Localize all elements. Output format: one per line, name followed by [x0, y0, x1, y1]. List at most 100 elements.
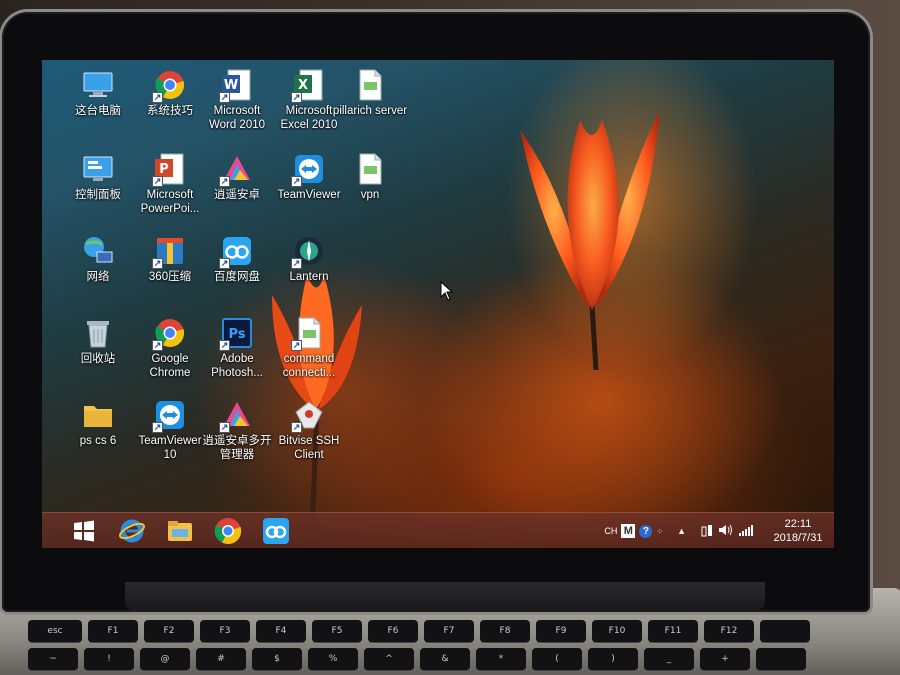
desktop-icon[interactable]: ↗ 360压缩	[132, 234, 208, 284]
chrome-icon: ↗	[152, 316, 187, 351]
desktop-icon-label: Adobe Photosh...	[211, 353, 263, 379]
desktop-icon-label: TeamViewer 10	[138, 435, 202, 461]
desktop-icon-label: ps cs 6	[79, 435, 117, 447]
keyboard-key: @	[140, 648, 190, 670]
shortcut-arrow-icon: ↗	[291, 176, 302, 187]
keyboard-key: ~	[28, 648, 78, 670]
desktop-icon-label: 网络	[86, 271, 110, 283]
svg-text:W: W	[224, 78, 238, 93]
desktop-icon[interactable]: ↗ 逍遥安卓多开管理器	[199, 398, 275, 462]
shortcut-arrow-icon: ↗	[219, 340, 230, 351]
tray-options-icon[interactable]: ⁘	[656, 527, 663, 536]
keyboard-key: F8	[480, 620, 530, 642]
this-pc-icon	[81, 68, 115, 102]
powerpoint-icon: P ↗	[152, 152, 187, 187]
shortcut-arrow-icon: ↗	[219, 258, 230, 269]
taskbar-baidu-cloud[interactable]	[254, 515, 298, 547]
shortcut-arrow-icon: ↗	[152, 92, 163, 103]
keyboard-key: #	[196, 648, 246, 670]
desktop-icon-label: vpn	[360, 189, 380, 201]
keyboard-key: F7	[424, 620, 474, 642]
keyboard-key: F1	[88, 620, 138, 642]
shortcut-arrow-icon: ↗	[219, 176, 230, 187]
shortcut-arrow-icon: ↗	[219, 92, 230, 103]
clock[interactable]: 22:11 2018/7/31	[762, 517, 834, 545]
teamviewer-icon: ↗	[152, 398, 187, 433]
desktop-icon[interactable]: P ↗ Microsoft PowerPoi...	[132, 152, 208, 216]
desktop-icon[interactable]: ↗ 百度网盘	[199, 234, 275, 284]
desktop-icon[interactable]: ↗ Google Chrome	[132, 316, 208, 380]
shortcut-arrow-icon: ↗	[291, 340, 302, 351]
lantern-icon: ↗	[291, 234, 326, 269]
keyboard-key: %	[308, 648, 358, 670]
control-panel-icon	[81, 152, 115, 186]
help-icon[interactable]: ?	[639, 524, 653, 538]
desktop-icon[interactable]: ↗ 逍遥安卓	[199, 152, 275, 202]
shortcut-arrow-icon: ↗	[152, 340, 163, 351]
desktop-icon[interactable]: Ps ↗ Adobe Photosh...	[199, 316, 275, 380]
keyboard-key: F4	[256, 620, 306, 642]
desktop-icon[interactable]: ↗ Lantern	[271, 234, 347, 284]
photoshop-icon: Ps ↗	[219, 316, 254, 351]
android-emulator-icon: ↗	[219, 152, 254, 187]
desktop-icon-label: Microsoft Word 2010	[208, 105, 266, 131]
desktop-icon[interactable]: ps cs 6	[60, 398, 136, 448]
keyboard-key: &	[420, 648, 470, 670]
desktop-icon-label: 系统技巧	[147, 105, 193, 117]
desktop-icon[interactable]: 网络	[60, 234, 136, 284]
desktop-icon[interactable]: ↗ command connecti...	[271, 316, 347, 380]
desktop-icon-label: Bitvise SSH Client	[278, 435, 340, 461]
language-indicator[interactable]: CH	[604, 526, 617, 536]
keyboard-key	[760, 620, 810, 642]
svg-text:P: P	[159, 162, 169, 177]
desktop-icon-label: 360压缩	[148, 271, 192, 283]
keyboard-key: F9	[536, 620, 586, 642]
desktop-icon[interactable]: vpn	[332, 152, 408, 202]
ime-indicator[interactable]: M	[621, 524, 636, 538]
keyboard: esc F1 F2 F3 F4 F5 F6 F7 F8 F9 F10 F11 F12 ~! @ # $% ^ & * (…	[28, 620, 888, 675]
show-hidden-icons-chevron-icon[interactable]: ▲	[677, 526, 686, 536]
keyboard-key: (	[532, 648, 582, 670]
clock-date: 2018/7/31	[773, 532, 823, 544]
keyboard-key: F11	[648, 620, 698, 642]
desktop-icon-label: Google Chrome	[149, 353, 191, 379]
system-tray: CH M ? ⁘ ▲ 22:11 2018/7/31	[600, 513, 834, 548]
volume-icon[interactable]	[718, 523, 734, 540]
desktop-icon[interactable]: 回收站	[60, 316, 136, 366]
desktop-icon[interactable]: pillarich server	[332, 68, 408, 118]
desktop-icon[interactable]: ↗ TeamViewer 10	[132, 398, 208, 462]
android-emulator-icon: ↗	[219, 398, 254, 433]
file-explorer-icon	[168, 521, 192, 541]
desktop-icon[interactable]: 这台电脑	[60, 68, 136, 118]
keyboard-key: !	[84, 648, 134, 670]
desktop-icon[interactable]: W ↗ Microsoft Word 2010	[199, 68, 275, 132]
shortcut-arrow-icon: ↗	[219, 422, 230, 433]
keyboard-key	[756, 648, 806, 670]
excel-icon: X ↗	[291, 68, 326, 103]
wallpaper-tulip-large	[520, 110, 660, 370]
keyboard-key: $	[252, 648, 302, 670]
keyboard-key: _	[644, 648, 694, 670]
desktop-icon[interactable]: ↗ Bitvise SSH Client	[271, 398, 347, 462]
keyboard-key: *	[476, 648, 526, 670]
chrome-shortcut-icon: ↗	[152, 68, 187, 103]
keyboard-key: F10	[592, 620, 642, 642]
shortcut-arrow-icon: ↗	[152, 176, 163, 187]
taskbar: CH M ? ⁘ ▲ 22:11 2018/7/31	[42, 512, 834, 548]
taskbar-chrome[interactable]	[206, 515, 250, 547]
desktop-icon-label: 百度网盘	[214, 271, 260, 283]
taskbar-internet-explorer[interactable]	[110, 515, 154, 547]
power-icon[interactable]	[700, 523, 714, 540]
start-icon	[74, 520, 94, 542]
network-signal-icon[interactable]	[738, 523, 754, 540]
internet-explorer-icon	[119, 519, 145, 543]
keyboard-key: ^	[364, 648, 414, 670]
desktop-icon[interactable]: 控制面板	[60, 152, 136, 202]
teamviewer-icon: ↗	[291, 152, 326, 187]
desktop-icon[interactable]: ↗ 系统技巧	[132, 68, 208, 118]
start-button[interactable]	[62, 515, 106, 547]
desktop-icon-label: pillarich server	[332, 105, 408, 117]
taskbar-file-explorer[interactable]	[158, 515, 202, 547]
keyboard-key: F2	[144, 620, 194, 642]
keyboard-key: )	[588, 648, 638, 670]
